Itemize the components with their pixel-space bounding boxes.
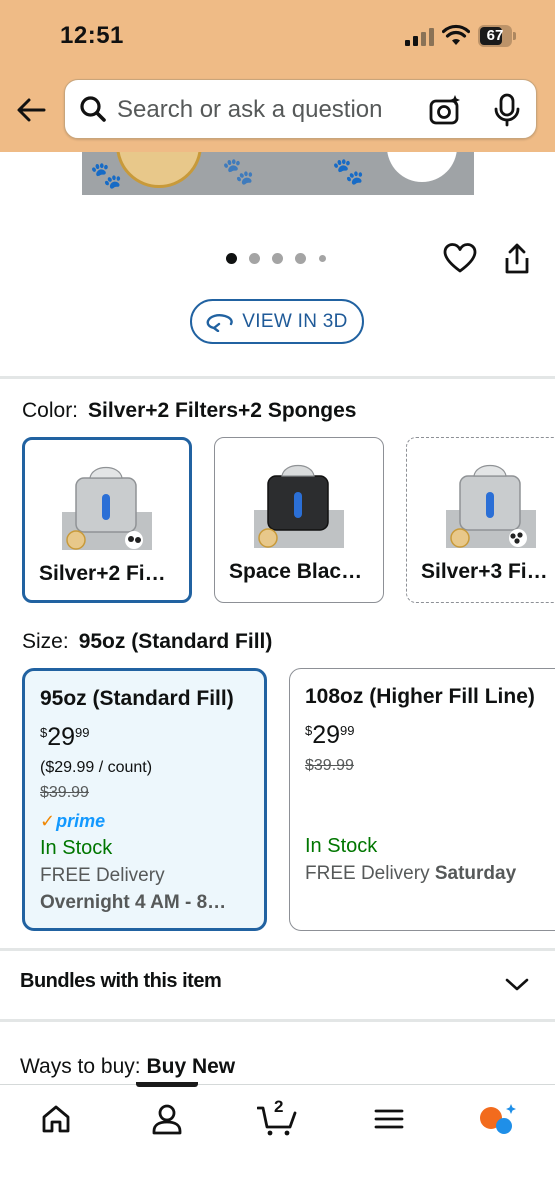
view-in-3d-button[interactable]: VIEW IN 3D [190, 299, 364, 344]
stock-status: In Stock [305, 835, 378, 857]
delivery-text: FREE Delivery [40, 865, 165, 886]
size-option-95oz[interactable]: 95oz (Standard Fill) $2999 ($29.99 / cou… [22, 668, 267, 931]
color-swatch-silver-3-filters[interactable]: Silver+3 Fi… [406, 437, 555, 603]
section-divider [0, 376, 555, 379]
carousel-dot[interactable] [319, 255, 326, 262]
size-option-108oz[interactable]: 108oz (Higher Fill Line) $2999 $39.99 In… [289, 668, 555, 931]
paw-print-icon: 🐾 [332, 156, 365, 186]
carousel-dot[interactable] [226, 253, 237, 264]
bundles-expander[interactable]: Bundles with this item [0, 952, 555, 1020]
price-symbol: $ [40, 725, 48, 740]
size-option-title: 95oz (Standard Fill) [40, 687, 234, 710]
product-badge [116, 152, 202, 188]
battery-icon: 67 [478, 25, 518, 47]
ways-to-buy-value: Buy New [146, 1055, 236, 1078]
fountain-silver-image [446, 464, 536, 548]
app-header: 12:51 67 [0, 0, 555, 152]
section-divider [0, 948, 555, 951]
size-label: Size: [22, 630, 69, 653]
price: $2999 [40, 723, 90, 752]
microphone-icon[interactable] [492, 93, 522, 127]
menu-icon[interactable] [372, 1102, 406, 1136]
active-tab-indicator [136, 1082, 198, 1087]
stock-status: In Stock [40, 837, 113, 859]
ways-to-buy: Ways to buy: Buy New [20, 1055, 235, 1079]
search-input[interactable] [117, 90, 417, 130]
price-whole: 29 [47, 723, 76, 751]
section-divider [0, 1019, 555, 1022]
color-label: Color: [22, 399, 79, 422]
fountain-black-image [254, 464, 344, 548]
color-swatch-label: Space Blac… [229, 560, 363, 583]
size-label-row: Size: 95oz (Standard Fill) [22, 630, 272, 654]
color-swatch-label: Silver+2 Fi… [39, 562, 166, 585]
battery-level: 67 [486, 27, 504, 44]
chevron-down-icon [505, 978, 529, 991]
home-icon[interactable] [39, 1102, 73, 1136]
delivery-detail: Overnight 4 AM - 8… [40, 892, 227, 913]
carousel-dot[interactable] [249, 253, 260, 264]
delivery-label: FREE Delivery [305, 863, 430, 884]
price-symbol: $ [305, 723, 313, 738]
delivery-day: Saturday [434, 863, 517, 884]
wifi-icon [442, 24, 470, 45]
paw-print-icon: 🐾 [222, 156, 255, 186]
image-carousel-dots[interactable] [226, 253, 336, 265]
prime-badge: ✓prime [40, 811, 105, 832]
carousel-dot[interactable] [272, 253, 283, 264]
color-swatch-silver-2-filters[interactable]: Silver+2 Fi… [22, 437, 192, 603]
carousel-dot[interactable] [295, 253, 306, 264]
price-fraction: 99 [75, 725, 90, 740]
account-icon[interactable] [150, 1102, 184, 1136]
view-in-3d-label: VIEW IN 3D [242, 310, 348, 332]
price: $2999 [305, 721, 355, 750]
heart-icon[interactable] [443, 242, 477, 274]
size-option-title: 108oz (Higher Fill Line) [305, 685, 535, 708]
back-arrow-icon[interactable] [14, 92, 50, 128]
search-icon [80, 96, 106, 122]
ways-to-buy-label: Ways to buy: [20, 1055, 141, 1078]
rufus-assistant-icon[interactable] [478, 1102, 518, 1136]
search-bar[interactable] [64, 79, 537, 139]
fountain-silver-image [62, 466, 152, 550]
unit-price: ($29.99 / count) [40, 759, 153, 776]
paw-print-icon: 🐾 [90, 160, 123, 190]
color-selected-value: Silver+2 Filters+2 Sponges [88, 399, 357, 422]
bundles-label: Bundles with this item [20, 970, 222, 992]
color-swatch-space-black[interactable]: Space Blac… [214, 437, 384, 603]
cart-count: 2 [274, 1097, 284, 1116]
camera-icon[interactable] [428, 93, 462, 127]
status-time: 12:51 [60, 22, 124, 49]
list-price: $39.99 [305, 757, 354, 774]
prime-check-icon: ✓ [40, 811, 56, 831]
product-image-detail [387, 152, 457, 182]
product-image[interactable]: 🐾 🐾 🐾 [82, 152, 474, 195]
color-swatch-label: Silver+3 Fi… [421, 560, 548, 583]
color-label-row: Color: Silver+2 Filters+2 Sponges [22, 399, 357, 423]
delivery-text: FREE Delivery Saturday [305, 863, 516, 885]
cellular-signal-icon [405, 28, 434, 46]
prime-label: prime [56, 811, 106, 831]
share-icon[interactable] [502, 242, 532, 276]
size-selected-value: 95oz (Standard Fill) [78, 630, 273, 653]
rotate-3d-icon [206, 313, 234, 332]
list-price: $39.99 [40, 784, 89, 801]
price-fraction: 99 [340, 723, 355, 738]
price-whole: 29 [312, 721, 341, 749]
